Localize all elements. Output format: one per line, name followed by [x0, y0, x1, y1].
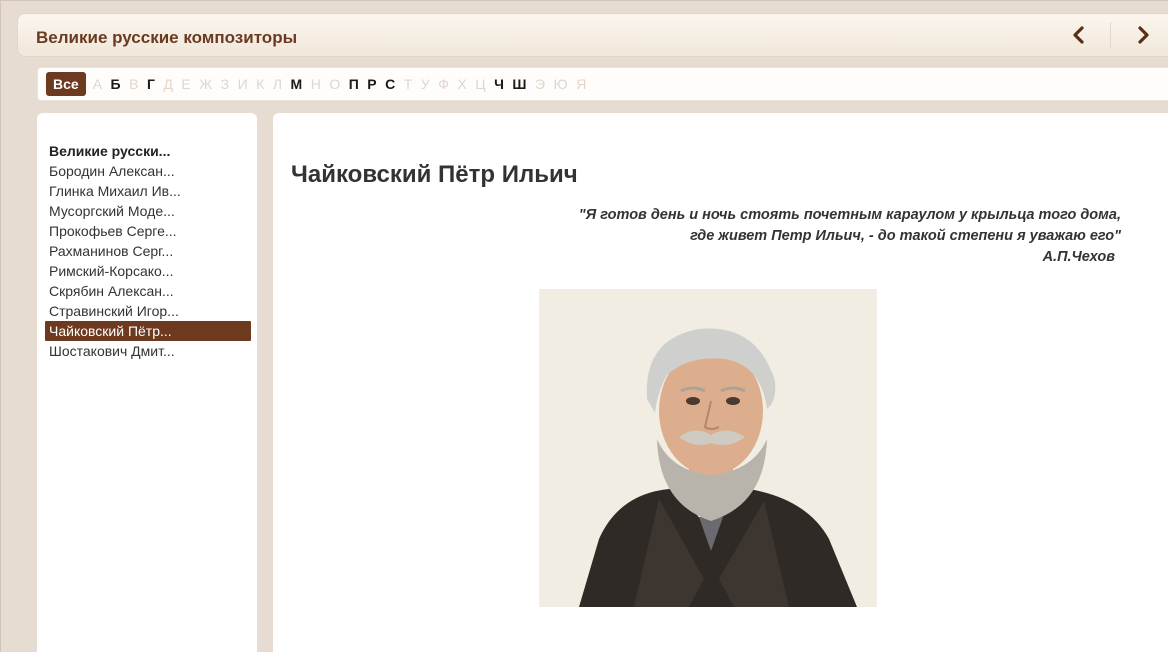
composer-portrait	[539, 289, 877, 607]
composer-list-heading[interactable]: Великие русски...	[49, 141, 249, 161]
filter-letter: Е	[181, 76, 191, 92]
filter-letter: В	[129, 76, 139, 92]
composer-list-item[interactable]: Бородин Алексан...	[49, 161, 249, 181]
header-bar: Великие русские композиторы	[17, 13, 1168, 57]
page-title: Великие русские композиторы	[36, 28, 298, 47]
filter-letter: Я	[576, 76, 587, 92]
filter-letter: Л	[272, 76, 283, 92]
filter-letter: З	[220, 76, 230, 92]
quote-line-2: где живет Петр Ильич, - до такой степени…	[690, 228, 1121, 244]
composer-list: Великие русски... Бородин Алексан... Глинк…	[37, 113, 257, 653]
filter-letter: Д	[163, 76, 173, 92]
filter-letter[interactable]: Г	[147, 76, 155, 92]
quote-author: А.П.Чехов	[1042, 249, 1115, 265]
quote-line-1: "Я готов день и ночь стоять почетным кар…	[578, 207, 1121, 223]
filter-letter: Э	[534, 76, 546, 92]
next-button[interactable]	[1126, 20, 1160, 50]
filter-letter: Ф	[438, 76, 449, 92]
portrait-image	[539, 289, 877, 607]
composer-list-item[interactable]: Чайковский Пётр...	[45, 321, 251, 341]
filter-letter[interactable]: Р	[367, 76, 376, 92]
nav-divider	[1110, 22, 1111, 48]
composer-list-item[interactable]: Римский-Корсако...	[49, 261, 249, 281]
composer-list-item[interactable]: Мусоргский Моде...	[49, 201, 249, 221]
chevron-right-icon	[1138, 26, 1149, 44]
filter-letter: Ж	[199, 76, 213, 92]
filter-letter[interactable]: Ч	[494, 76, 504, 92]
composer-list-item[interactable]: Скрябин Алексан...	[49, 281, 249, 301]
app-frame: Великие русские композиторы Все АБВГДЕЖЗ…	[0, 0, 1168, 653]
filter-letter: О	[329, 76, 341, 92]
filter-letter[interactable]: М	[291, 76, 303, 92]
quote: "Я готов день и ночь стоять почетным кар…	[283, 205, 1121, 268]
alphabet-filter: Все АБВГДЕЖЗИКЛМНОПРСТУФХЦЧШЭЮЯ	[37, 67, 1168, 101]
composer-list-item[interactable]: Шостакович Дмит...	[49, 341, 249, 361]
filter-letter: Т	[403, 76, 413, 92]
composer-list-item[interactable]: Прокофьев Серге...	[49, 221, 249, 241]
filter-letter[interactable]: Б	[111, 76, 121, 92]
composer-list-item[interactable]: Рахманинов Серг...	[49, 241, 249, 261]
chevron-left-icon	[1073, 26, 1084, 44]
filter-letter[interactable]: П	[349, 76, 359, 92]
prev-button[interactable]	[1062, 20, 1096, 50]
filter-all-button[interactable]: Все	[46, 72, 86, 96]
filter-letter: И	[237, 76, 248, 92]
content-panel: Чайковский Пётр Ильич "Я готов день и но…	[273, 113, 1168, 653]
composer-name: Чайковский Пётр Ильич	[291, 161, 578, 188]
filter-letter[interactable]: Ш	[512, 76, 526, 92]
filter-letter: Ц	[475, 76, 486, 92]
composer-list-item[interactable]: Глинка Михаил Ив...	[49, 181, 249, 201]
filter-letter: А	[92, 76, 103, 92]
filter-letter: Ю	[553, 76, 568, 92]
filter-letter: Н	[310, 76, 321, 92]
composer-list-item[interactable]: Стравинский Игор...	[49, 301, 249, 321]
filter-letter[interactable]: С	[385, 76, 395, 92]
filter-letter: Х	[457, 76, 467, 92]
filter-letter: К	[256, 76, 265, 92]
filter-letter: У	[420, 76, 430, 92]
